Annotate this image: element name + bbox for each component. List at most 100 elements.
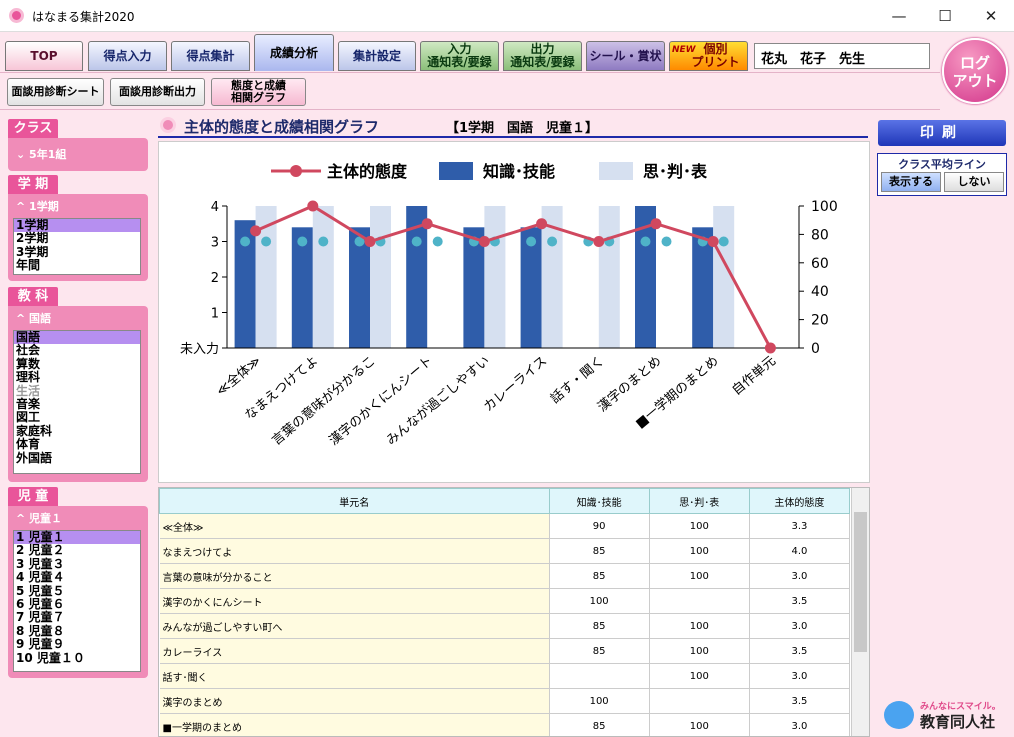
list-item[interactable]: 理科	[14, 370, 140, 384]
knowledge-cell: 85	[549, 538, 650, 564]
list-item[interactable]: 9 児童９	[14, 637, 140, 651]
print-button[interactable]: 印刷	[878, 120, 1006, 146]
term-panel: ^ 1学期 1学期 2学期 3学期 年間	[8, 194, 148, 281]
class-average-point	[640, 236, 651, 247]
main-toolbar: TOP 得点入力 得点集計 成績分析 集計設定 入力 通知表/要録 出力 通知表…	[0, 32, 1014, 72]
tab-report-output[interactable]: 出力 通知表/要録	[503, 41, 582, 71]
right-tick-label: 100	[811, 199, 838, 215]
right-tick-label: 60	[811, 256, 829, 272]
sub-toolbar: 面談用診断シート 面談用診断出力 態度と成績 相関グラフ	[0, 72, 940, 110]
tab-score-total[interactable]: 得点集計	[171, 41, 250, 71]
table-row[interactable]: カレーライス 85 100 3.5	[159, 638, 851, 664]
unit-name-cell: 漢字のかくにんシート	[159, 588, 550, 614]
close-button[interactable]: ✕	[968, 0, 1014, 32]
term-header: 学 期	[8, 175, 58, 194]
right-tick-label: 80	[811, 227, 829, 243]
tab-settings[interactable]: 集計設定	[338, 41, 416, 71]
class-average-box: クラス平均ライン 表示する しない	[877, 153, 1007, 196]
tab-stickers[interactable]: シール・賞状	[586, 41, 665, 71]
list-item[interactable]: 2学期	[14, 231, 140, 245]
right-tick-label: 0	[811, 341, 820, 357]
class-average-point	[547, 236, 558, 247]
unit-name-cell: なまえつけてよ	[159, 538, 550, 564]
list-item[interactable]: 4 児童４	[14, 570, 140, 584]
unit-name-cell: みんなが過ごしやすい町へ	[159, 613, 550, 639]
table-row[interactable]: 話す･聞く 100 3.0	[159, 663, 851, 689]
left-tick-label: 未入力	[180, 342, 219, 357]
subject-current-label: 国語	[29, 312, 52, 325]
maximize-button[interactable]: ☐	[922, 0, 968, 32]
attitude-point	[421, 218, 433, 230]
show-average-button[interactable]: 表示する	[881, 172, 941, 192]
attitude-point	[593, 236, 605, 247]
list-item[interactable]: 年間	[14, 258, 140, 272]
correlation-graph-button[interactable]: 態度と成績 相関グラフ	[211, 78, 306, 106]
attitude-point	[764, 342, 776, 354]
list-item[interactable]: 音楽	[14, 397, 140, 411]
right-tick-label: 40	[811, 284, 829, 300]
table-row[interactable]: ■一学期のまとめ 85 100 3.0	[159, 713, 851, 736]
correlation-chart: 主体的態度 知識･技能 思･判･表未入力1234020406080100≪全体≫なま…	[180, 162, 838, 449]
thinking-cell: 100	[649, 538, 750, 564]
category-label: 言葉の意味が分かるこ	[269, 353, 379, 449]
unit-name-cell: ≪全体≫	[159, 513, 550, 539]
category-label: 話す・聞く	[547, 353, 607, 407]
class-average-point	[297, 236, 308, 247]
tab-report-input[interactable]: 入力 通知表/要録	[420, 41, 499, 71]
class-average-point	[526, 236, 537, 247]
list-item[interactable]: 図工	[14, 411, 140, 425]
window-title: はなまる集計2020	[32, 10, 135, 24]
new-badge: NEW	[672, 45, 696, 55]
chart-area: 主体的態度 知識･技能 思･判･表 未入力 1 2 3 4 0 20 40 60 80 100 ≪全体≫ なま…	[158, 141, 870, 483]
class-average-point	[661, 236, 672, 247]
table-row[interactable]: 漢字のかくにんシート 100 3.5	[159, 588, 851, 614]
attitude-cell: 4.0	[749, 538, 851, 564]
tab-individual-print[interactable]: NEW 個別 プリント	[669, 41, 748, 71]
class-header: クラス	[8, 119, 58, 138]
interview-output-button[interactable]: 面談用診断出力	[110, 78, 205, 106]
list-item[interactable]: 体育	[14, 437, 140, 451]
subject-header: 教 科	[8, 287, 58, 306]
logout-button[interactable]: ログ アウト	[942, 38, 1008, 104]
class-average-point	[240, 236, 251, 247]
table-row[interactable]: なまえつけてよ 85 100 4.0	[159, 538, 851, 564]
table-row[interactable]: 漢字のまとめ 100 3.5	[159, 688, 851, 714]
list-item[interactable]: 外国語	[14, 451, 140, 465]
class-average-point	[411, 236, 422, 247]
thinking-cell	[649, 588, 750, 614]
table-scrollbar[interactable]	[851, 488, 869, 736]
unit-name-cell: 言葉の意味が分かること	[159, 563, 550, 589]
table-row[interactable]: 言葉の意味が分かること 85 100 3.0	[159, 563, 851, 589]
class-selector[interactable]: ⌄ 5年1組	[8, 138, 148, 171]
table-row[interactable]: みんなが過ごしやすい町へ 85 100 3.0	[159, 613, 851, 639]
thinking-cell: 100	[649, 563, 750, 589]
student-current-label: 児童１	[29, 512, 63, 525]
list-item[interactable]: 7 児童７	[14, 611, 140, 625]
student-current: ^ 児童１	[16, 512, 63, 525]
class-average-point	[261, 236, 272, 247]
student-panel: ^ 児童１ 1 児童１ 2 児童２ 3 児童３ 4 児童４ 5 児童５ 6 児童…	[8, 506, 148, 678]
list-item[interactable]: 2 児童２	[14, 543, 140, 557]
class-average-point	[432, 236, 443, 247]
attitude-point	[250, 225, 262, 237]
legend-line-marker	[290, 165, 302, 177]
condition-label: 【1学期 国語 児童１】	[446, 121, 599, 136]
list-item[interactable]: 社会	[14, 343, 140, 357]
right-tick-label: 20	[811, 313, 829, 329]
minimize-button[interactable]: —	[876, 0, 922, 32]
class-average-label: クラス平均ライン	[898, 158, 986, 171]
category-label: 漢字のかくにんシート	[327, 354, 436, 449]
scroll-thumb[interactable]	[854, 512, 867, 652]
unit-name-cell: 話す･聞く	[159, 663, 550, 689]
bar-thinking	[312, 206, 334, 348]
interview-sheet-button[interactable]: 面談用診断シート	[7, 78, 104, 106]
tab-top[interactable]: TOP	[5, 41, 83, 71]
hide-average-button[interactable]: しない	[944, 172, 1004, 192]
list-item[interactable]: 10 児童１０	[14, 651, 140, 665]
table-row[interactable]: ≪全体≫ 90 100 3.3	[159, 513, 851, 539]
tab-score-input[interactable]: 得点入力	[88, 41, 167, 71]
left-tick-label: 4	[211, 200, 219, 215]
tab-analysis[interactable]: 成績分析	[254, 34, 334, 71]
legend-label: 知識･技能	[483, 162, 555, 181]
thinking-cell: 100	[649, 713, 750, 736]
